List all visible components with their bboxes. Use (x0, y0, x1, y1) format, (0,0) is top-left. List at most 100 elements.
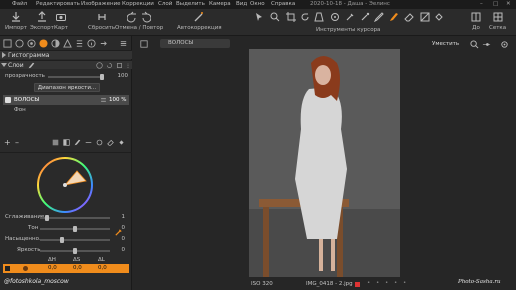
menu-help[interactable]: Справка (271, 1, 295, 7)
lens-tab-icon[interactable] (27, 39, 36, 48)
zoom-slider-icon[interactable] (482, 40, 491, 49)
menu-view[interactable]: Вид (236, 1, 247, 7)
import-button[interactable]: Импорт (5, 11, 27, 31)
undo-redo-button[interactable]: Отмена / Повтор (115, 11, 163, 31)
row-checkbox[interactable] (5, 266, 10, 271)
remove-layer-button[interactable]: – (15, 138, 19, 147)
menu-camera[interactable]: Камера (209, 1, 231, 7)
brightness-range-button[interactable]: Диапазон яркости... (34, 83, 100, 92)
reset-layer-icon[interactable] (106, 62, 113, 69)
saturation-knob[interactable] (60, 237, 64, 243)
grid-button[interactable]: Сетка (489, 11, 506, 31)
card-button[interactable]: Карт (54, 11, 68, 31)
layer-brush-icon[interactable] (74, 139, 81, 146)
layer-row-background[interactable]: Фон (3, 106, 129, 115)
invert-mask-icon[interactable] (63, 139, 70, 146)
smoothing-knob[interactable] (45, 215, 49, 221)
picker-tool-icon[interactable] (345, 12, 355, 22)
mask-icon[interactable] (52, 139, 59, 146)
brush-tool-icon[interactable] (389, 12, 399, 22)
annotate-tool-icon[interactable] (374, 12, 384, 22)
window-title: 2020-10-18 - Даша - Эелинс (310, 1, 390, 7)
zoom-label[interactable]: Уместить (432, 41, 459, 47)
layer-gradient-icon[interactable] (85, 139, 92, 146)
gradient-tool-icon[interactable] (420, 12, 430, 22)
metadata-tab-icon[interactable] (87, 39, 96, 48)
menu-layer[interactable]: Слой (158, 1, 172, 7)
spot-tool-icon[interactable] (330, 12, 340, 22)
reset-label: Сбросить (88, 25, 116, 31)
minimize-button[interactable]: – (480, 1, 483, 7)
autocorrect-button[interactable]: Автокоррекция (177, 11, 222, 31)
layer-name: ВОЛОСЫ (14, 97, 40, 103)
menu-edit[interactable]: Редактировать (36, 1, 80, 7)
panel-menu-icon[interactable] (119, 39, 128, 48)
add-layer-button[interactable]: + (4, 138, 11, 147)
capture-tab-icon[interactable] (15, 39, 24, 48)
layer-selector[interactable]: ВОЛОСЫ (160, 39, 230, 48)
more-icon[interactable] (125, 62, 131, 69)
opacity-slider-knob[interactable] (100, 74, 104, 80)
layers-header[interactable]: Слои (0, 60, 132, 69)
color-selection-row[interactable]: 0,0 0,0 0,0 (3, 264, 129, 273)
color-tag[interactable] (355, 282, 360, 287)
rotate-tool-icon[interactable] (300, 12, 310, 22)
opacity-slider[interactable] (48, 74, 104, 80)
delta-h-value[interactable]: 0,0 (48, 265, 57, 271)
copy-icon[interactable] (116, 62, 123, 69)
hue-knob[interactable] (73, 226, 77, 232)
help-icon[interactable] (96, 62, 103, 69)
color-wheel[interactable] (34, 155, 96, 215)
hue-slider[interactable] (40, 226, 110, 232)
viewer-settings-icon[interactable] (500, 40, 509, 49)
saturation-value[interactable]: 0 (111, 236, 126, 242)
menu-adjustments[interactable]: Коррекции (122, 1, 154, 7)
layer-checkbox[interactable] (5, 97, 11, 103)
output-tab-icon[interactable] (99, 39, 108, 48)
exposure-tab-icon[interactable] (51, 39, 60, 48)
reset-button[interactable]: Сбросить (88, 11, 115, 31)
menu-image[interactable]: Изображение (81, 1, 121, 7)
viewer-header: ВОЛОСЫ Уместить (140, 39, 516, 49)
layer-row-hair[interactable]: ВОЛОСЫ 100 % (3, 95, 129, 105)
layer-erase-icon[interactable] (107, 139, 114, 146)
pan-tool-icon[interactable] (254, 12, 264, 22)
layer-indicator-icon (140, 40, 148, 48)
rating-stars[interactable]: • • • • • (367, 280, 408, 286)
crop-tool-icon[interactable] (286, 12, 296, 22)
delta-l-value[interactable]: 0,0 (98, 265, 107, 271)
maximize-button[interactable]: □ (493, 1, 498, 7)
delta-s-value[interactable]: 0,0 (73, 265, 82, 271)
menu-file[interactable]: Файл (12, 1, 27, 7)
details-tab-icon[interactable] (63, 39, 72, 48)
library-tab-icon[interactable] (3, 39, 12, 48)
opacity-value[interactable]: 100 (114, 73, 129, 79)
zoom-tool-icon[interactable] (270, 12, 280, 22)
hue-value[interactable]: 0 (111, 225, 126, 231)
close-button[interactable]: ✕ (506, 1, 511, 7)
export-button[interactable]: Экспорт (30, 11, 54, 31)
saturation-slider[interactable] (40, 237, 110, 243)
brightness-knob[interactable] (73, 248, 77, 254)
adjustments-tab-icon[interactable] (75, 39, 84, 48)
opacity-icon (101, 98, 106, 102)
left-panel: Гистограмма Слои прозрачность 100 Диапаз… (0, 36, 132, 290)
photo-content (249, 49, 400, 277)
histogram-header[interactable]: Гистограмма (0, 50, 132, 59)
menu-window[interactable]: Окно (250, 1, 265, 7)
before-button[interactable]: До (470, 11, 482, 31)
brightness-slider[interactable] (40, 248, 110, 254)
keystone-tool-icon[interactable] (314, 12, 324, 22)
layer-radial-icon[interactable] (96, 139, 103, 146)
grid-icon (493, 12, 503, 22)
wb-picker-icon[interactable] (360, 12, 370, 22)
smoothing-value[interactable]: 1 (111, 214, 126, 220)
zoom-icon[interactable] (470, 40, 479, 49)
eraser-tool-icon[interactable] (404, 12, 414, 22)
fill-tool-icon[interactable] (434, 12, 444, 22)
color-tab-icon[interactable] (39, 39, 48, 48)
brightness-value[interactable]: 0 (111, 247, 126, 253)
menu-select[interactable]: Выделить (176, 1, 205, 7)
layer-fill-icon[interactable] (118, 139, 125, 146)
smoothing-slider[interactable] (40, 215, 110, 221)
